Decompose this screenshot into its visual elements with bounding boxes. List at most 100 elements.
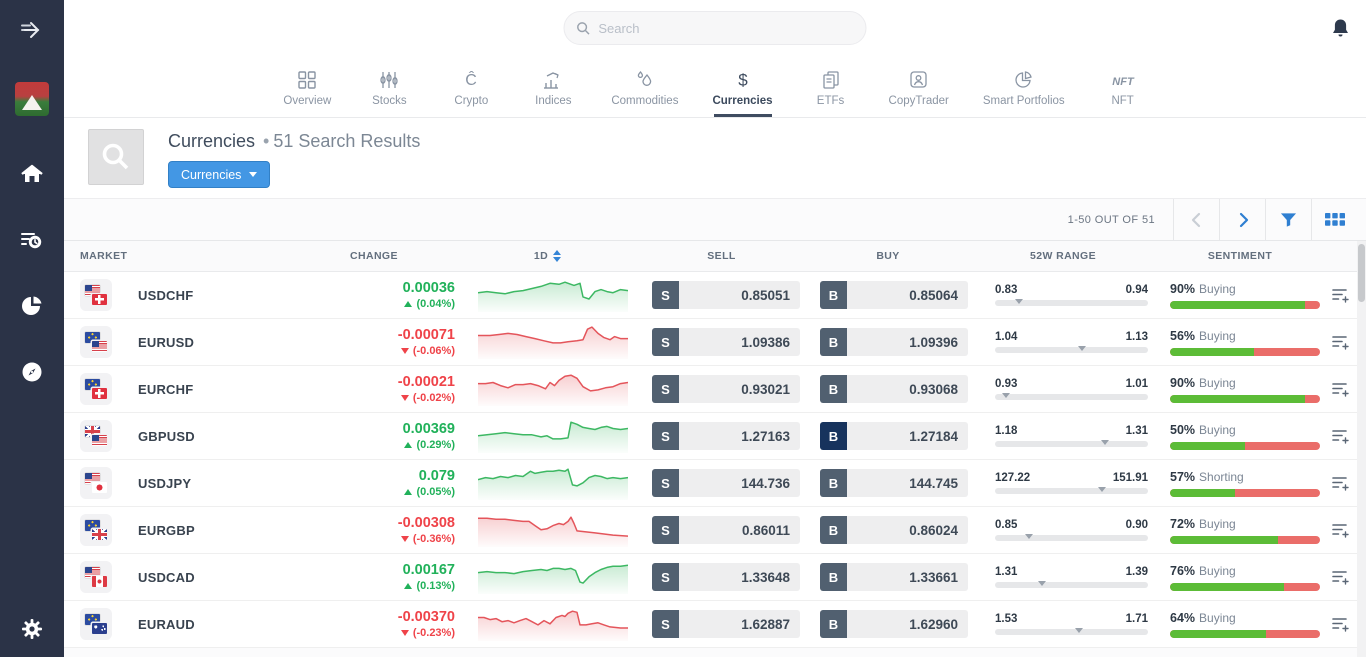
- change-percent: (-0.23%): [334, 627, 455, 639]
- range-low: 127.22: [995, 472, 1030, 484]
- col-1d[interactable]: 1D: [456, 250, 639, 262]
- market-symbol[interactable]: EURUSD: [138, 335, 194, 350]
- buy-letter: B: [820, 328, 847, 356]
- range-low: 0.85: [995, 519, 1017, 531]
- quote-flag-icon: [92, 576, 107, 587]
- sell-button[interactable]: S 0.86011: [652, 516, 800, 544]
- change-cell: 0.00369 (0.29%): [334, 421, 456, 451]
- market-symbol[interactable]: USDCAD: [138, 570, 195, 585]
- add-to-watchlist-button[interactable]: [1326, 427, 1356, 445]
- search-input[interactable]: [598, 21, 853, 36]
- market-symbol[interactable]: USDCHF: [138, 288, 193, 303]
- buy-button[interactable]: B 1.09396: [820, 328, 968, 356]
- tab-nft[interactable]: NFT NFT: [1099, 57, 1147, 117]
- add-to-watchlist-icon: [1331, 568, 1351, 586]
- range-marker-icon: [1101, 440, 1109, 445]
- sell-button[interactable]: S 1.62887: [652, 610, 800, 638]
- tab-overview[interactable]: Overview: [283, 57, 331, 117]
- add-to-watchlist-button[interactable]: [1326, 286, 1356, 304]
- sell-button[interactable]: S 1.33648: [652, 563, 800, 591]
- change-cell: -0.00308 (-0.36%): [334, 515, 456, 545]
- market-symbol[interactable]: EURAUD: [138, 617, 195, 632]
- add-to-watchlist-button[interactable]: [1326, 521, 1356, 539]
- next-page-button[interactable]: [1220, 199, 1265, 240]
- range-high: 1.01: [1126, 378, 1148, 390]
- sentiment-percent: 50%: [1170, 423, 1195, 437]
- nft-icon: NFT: [1108, 67, 1138, 90]
- tab-indices[interactable]: Indices: [529, 57, 577, 117]
- sell-button[interactable]: S 1.09386: [652, 328, 800, 356]
- sell-button[interactable]: S 144.736: [652, 469, 800, 497]
- range-52w-cell: 1.181.31: [972, 425, 1154, 447]
- tab-currencies[interactable]: $ Currencies: [712, 57, 772, 117]
- sell-button[interactable]: S 1.27163: [652, 422, 800, 450]
- sort-icon[interactable]: [553, 250, 561, 262]
- buy-letter: B: [820, 610, 847, 638]
- buy-button[interactable]: B 144.745: [820, 469, 968, 497]
- sidebar-item-discover[interactable]: [18, 358, 46, 386]
- quote-flag-icon: [92, 388, 107, 399]
- market-symbol[interactable]: EURCHF: [138, 382, 193, 397]
- add-to-watchlist-button[interactable]: [1326, 333, 1356, 351]
- sidebar-item-home[interactable]: [18, 160, 46, 188]
- range-52w-cell: 1.531.71: [972, 613, 1154, 635]
- global-search[interactable]: [564, 11, 867, 45]
- buy-price: 0.86024: [847, 516, 968, 544]
- settings-gear-icon: [20, 617, 44, 641]
- range-low: 0.83: [995, 284, 1017, 296]
- tab-copytrader[interactable]: CopyTrader: [889, 57, 949, 117]
- market-symbol[interactable]: GBPUSD: [138, 429, 195, 444]
- category-dropdown-button[interactable]: Currencies: [168, 161, 270, 188]
- table-row: EURUSD -0.00071 (-0.06%) S 1.09386 B 1.0…: [64, 319, 1366, 366]
- sparkline-chart: [456, 556, 639, 599]
- sell-button[interactable]: S 0.85051: [652, 281, 800, 309]
- sell-button[interactable]: S 0.93021: [652, 375, 800, 403]
- sidebar-item-portfolio[interactable]: [18, 292, 46, 320]
- buy-button[interactable]: B 0.86024: [820, 516, 968, 544]
- add-to-watchlist-button[interactable]: [1326, 568, 1356, 586]
- market-symbol[interactable]: USDJPY: [138, 476, 191, 491]
- filter-button[interactable]: [1266, 199, 1311, 240]
- market-symbol[interactable]: EURGBP: [138, 523, 195, 538]
- sidebar-item-watchlist[interactable]: [18, 226, 46, 254]
- buy-button[interactable]: B 1.27184: [820, 422, 968, 450]
- buy-price: 1.09396: [847, 328, 968, 356]
- add-to-watchlist-icon: [1331, 474, 1351, 492]
- range-bar: [995, 488, 1148, 494]
- avatar[interactable]: [15, 82, 49, 116]
- scrollbar-thumb[interactable]: [1358, 244, 1365, 302]
- tab-etfs[interactable]: ETFs: [807, 57, 855, 117]
- range-marker-icon: [1098, 487, 1106, 492]
- table-header: MARKET CHANGE 1D SELL BUY 52W RANGE SENT…: [64, 241, 1366, 272]
- sidebar-item-settings[interactable]: [0, 617, 64, 641]
- add-to-watchlist-button[interactable]: [1326, 615, 1356, 633]
- quote-flag-icon: [92, 294, 107, 305]
- tab-smart-portfolios[interactable]: Smart Portfolios: [983, 57, 1065, 117]
- grid-view-button[interactable]: [1312, 199, 1357, 240]
- add-to-watchlist-button[interactable]: [1326, 474, 1356, 492]
- tab-crypto[interactable]: Ĉ Crypto: [447, 57, 495, 117]
- currency-pair-flags: [80, 514, 112, 546]
- buy-button[interactable]: B 1.33661: [820, 563, 968, 591]
- buy-button[interactable]: B 0.85064: [820, 281, 968, 309]
- range-52w-cell: 1.311.39: [972, 566, 1154, 588]
- change-percent: (0.05%): [334, 486, 455, 498]
- buy-button[interactable]: B 1.62960: [820, 610, 968, 638]
- buy-button[interactable]: B 0.93068: [820, 375, 968, 403]
- sentiment-label: Buying: [1199, 282, 1236, 296]
- currency-pair-flags: [80, 373, 112, 405]
- scrollbar[interactable]: [1357, 241, 1366, 657]
- sell-letter: S: [652, 563, 679, 591]
- tab-stocks[interactable]: Stocks: [365, 57, 413, 117]
- table-row: USDCAD 0.00167 (0.13%) S 1.33648 B 1.336…: [64, 554, 1366, 601]
- change-percent: (0.29%): [334, 439, 455, 451]
- notification-bell-icon[interactable]: [1331, 18, 1350, 44]
- range-52w-cell: 127.22151.91: [972, 472, 1154, 494]
- tab-commodities[interactable]: Commodities: [611, 57, 678, 117]
- range-52w-cell: 0.830.94: [972, 284, 1154, 306]
- add-to-watchlist-button[interactable]: [1326, 380, 1356, 398]
- prev-page-button[interactable]: [1174, 199, 1219, 240]
- sidebar-toggle-icon[interactable]: [18, 16, 46, 44]
- range-high: 1.71: [1126, 613, 1148, 625]
- sell-price: 1.33648: [679, 563, 800, 591]
